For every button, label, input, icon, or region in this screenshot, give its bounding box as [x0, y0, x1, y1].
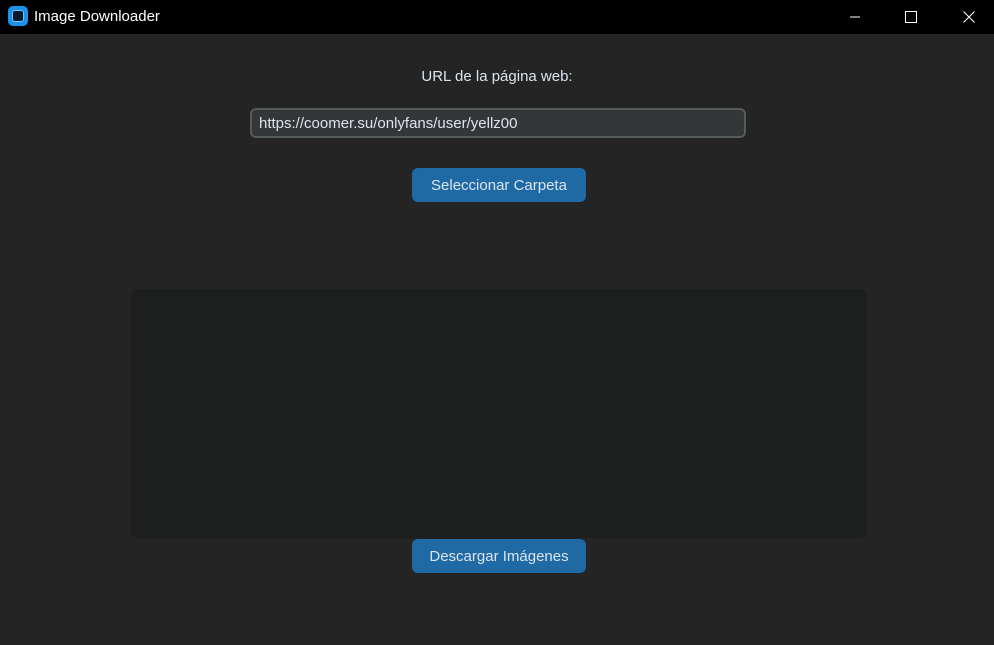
url-label: URL de la página web: — [421, 68, 573, 85]
title-bar: Image Downloader — [0, 0, 994, 34]
select-folder-button[interactable]: Seleccionar Carpeta — [412, 168, 586, 202]
minimize-icon — [850, 16, 860, 18]
download-images-button[interactable]: Descargar Imágenes — [412, 539, 586, 573]
maximize-icon — [905, 11, 917, 23]
minimize-button[interactable] — [826, 0, 884, 34]
close-icon — [963, 11, 975, 23]
app-icon — [8, 6, 28, 26]
close-button[interactable] — [940, 0, 994, 34]
app-icon-inner — [12, 10, 24, 22]
window-title: Image Downloader — [34, 8, 160, 25]
maximize-button[interactable] — [882, 0, 940, 34]
url-input[interactable] — [250, 108, 746, 138]
app-window: Image Downloader URL de la página web: S… — [0, 0, 994, 645]
output-textbox[interactable] — [131, 289, 867, 538]
